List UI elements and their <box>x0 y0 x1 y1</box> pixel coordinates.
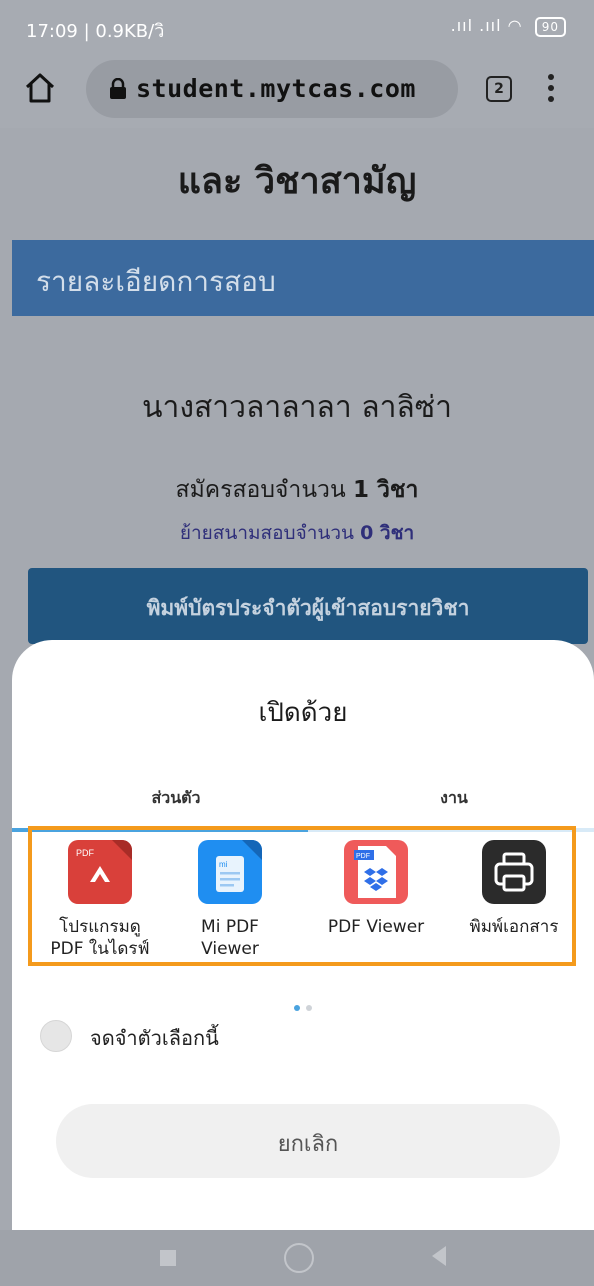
tab-switcher-button[interactable]: 2 <box>486 76 512 102</box>
home-nav-icon[interactable] <box>284 1243 314 1273</box>
cancel-label: ยกเลิก <box>277 1132 339 1157</box>
app-pdf-viewer[interactable]: PDF PDF Viewer <box>306 840 446 938</box>
print-exam-card-label: พิมพ์บัตรประจำตัวผู้เข้าสอบรายวิชา <box>146 596 470 620</box>
mi-pdf-badge: mi <box>219 860 228 869</box>
lock-icon <box>108 77 128 100</box>
section-header-label: รายละเอียดการสอบ <box>36 265 276 298</box>
wifi-icon: ◠ <box>507 16 523 35</box>
mi-pdf-icon: mi <box>198 840 262 904</box>
candidate-name: นางสาวลาลาลา ลาลิซ่า <box>141 390 453 425</box>
cancel-button[interactable]: ยกเลิก <box>56 1104 560 1178</box>
registered-subjects-value: 1 วิชา <box>353 477 419 503</box>
app-mi-pdf-viewer[interactable]: mi Mi PDF Viewer <box>160 840 300 960</box>
url-text: student.mytcas.com <box>136 74 416 103</box>
browser-toolbar: student.mytcas.com 2 <box>0 52 594 128</box>
page-dot <box>306 1005 312 1011</box>
home-icon[interactable] <box>22 70 58 106</box>
subject-heading: และ วิชาสามัญ <box>177 161 417 202</box>
app-label: พิมพ์เอกสาร <box>469 917 559 937</box>
app-label: PDF Viewer <box>327 917 425 937</box>
battery-icon: 90 <box>534 17 566 37</box>
pdf-viewer-badge: PDF <box>356 853 370 860</box>
system-nav-bar <box>0 1230 594 1286</box>
recents-icon[interactable] <box>160 1250 176 1266</box>
open-with-sheet: เปิดด้วย ส่วนตัว งาน PDF โปรแกรมดู PDF ใ… <box>12 640 594 1230</box>
tab-personal[interactable]: ส่วนตัว <box>116 786 236 811</box>
status-bar: 17:09 | 0.9KB/วิ .ııl .ııl ◠ 90 <box>0 0 594 52</box>
tab-work[interactable]: งาน <box>394 786 514 811</box>
sheet-title: เปิดด้วย <box>258 698 348 728</box>
moved-venue-count: ย้ายสนามสอบจำนวน 0 วิชา <box>0 518 594 548</box>
back-icon[interactable] <box>432 1246 446 1266</box>
moved-venue-prefix: ย้ายสนามสอบจำนวน <box>179 522 355 544</box>
app-drive-pdf-viewer[interactable]: PDF โปรแกรมดู PDF ในไดรฟ์ <box>30 840 170 960</box>
section-header: รายละเอียดการสอบ <box>12 240 594 316</box>
more-menu-icon[interactable] <box>546 74 556 106</box>
address-bar[interactable]: student.mytcas.com <box>86 60 458 118</box>
status-left-text: 17:09 | 0.9KB/วิ <box>26 21 165 42</box>
registered-subjects-prefix: สมัครสอบจำนวน <box>175 477 346 503</box>
remember-choice-label: จดจำตัวเลือกนี้ <box>90 1026 219 1050</box>
app-label: Mi PDF Viewer <box>201 917 259 959</box>
page-dot-active <box>294 1005 300 1011</box>
moved-venue-value: 0 วิชา <box>360 522 415 544</box>
page-indicator <box>12 996 594 1015</box>
registered-subjects-count: สมัครสอบจำนวน 1 วิชา <box>0 472 594 508</box>
app-label: โปรแกรมดู PDF ในไดรฟ์ <box>50 917 150 959</box>
signal-icon: .ııl .ııl <box>450 16 502 35</box>
dropbox-pdf-icon: PDF <box>344 840 408 904</box>
drive-pdf-icon: PDF <box>68 840 132 904</box>
print-exam-card-button[interactable]: พิมพ์บัตรประจำตัวผู้เข้าสอบรายวิชา <box>28 568 588 644</box>
remember-choice-checkbox[interactable] <box>40 1020 72 1052</box>
drive-pdf-badge: PDF <box>76 848 95 858</box>
printer-icon <box>482 840 546 904</box>
app-print-document[interactable]: พิมพ์เอกสาร <box>444 840 584 938</box>
status-right: .ııl .ııl ◠ 90 <box>451 16 566 37</box>
